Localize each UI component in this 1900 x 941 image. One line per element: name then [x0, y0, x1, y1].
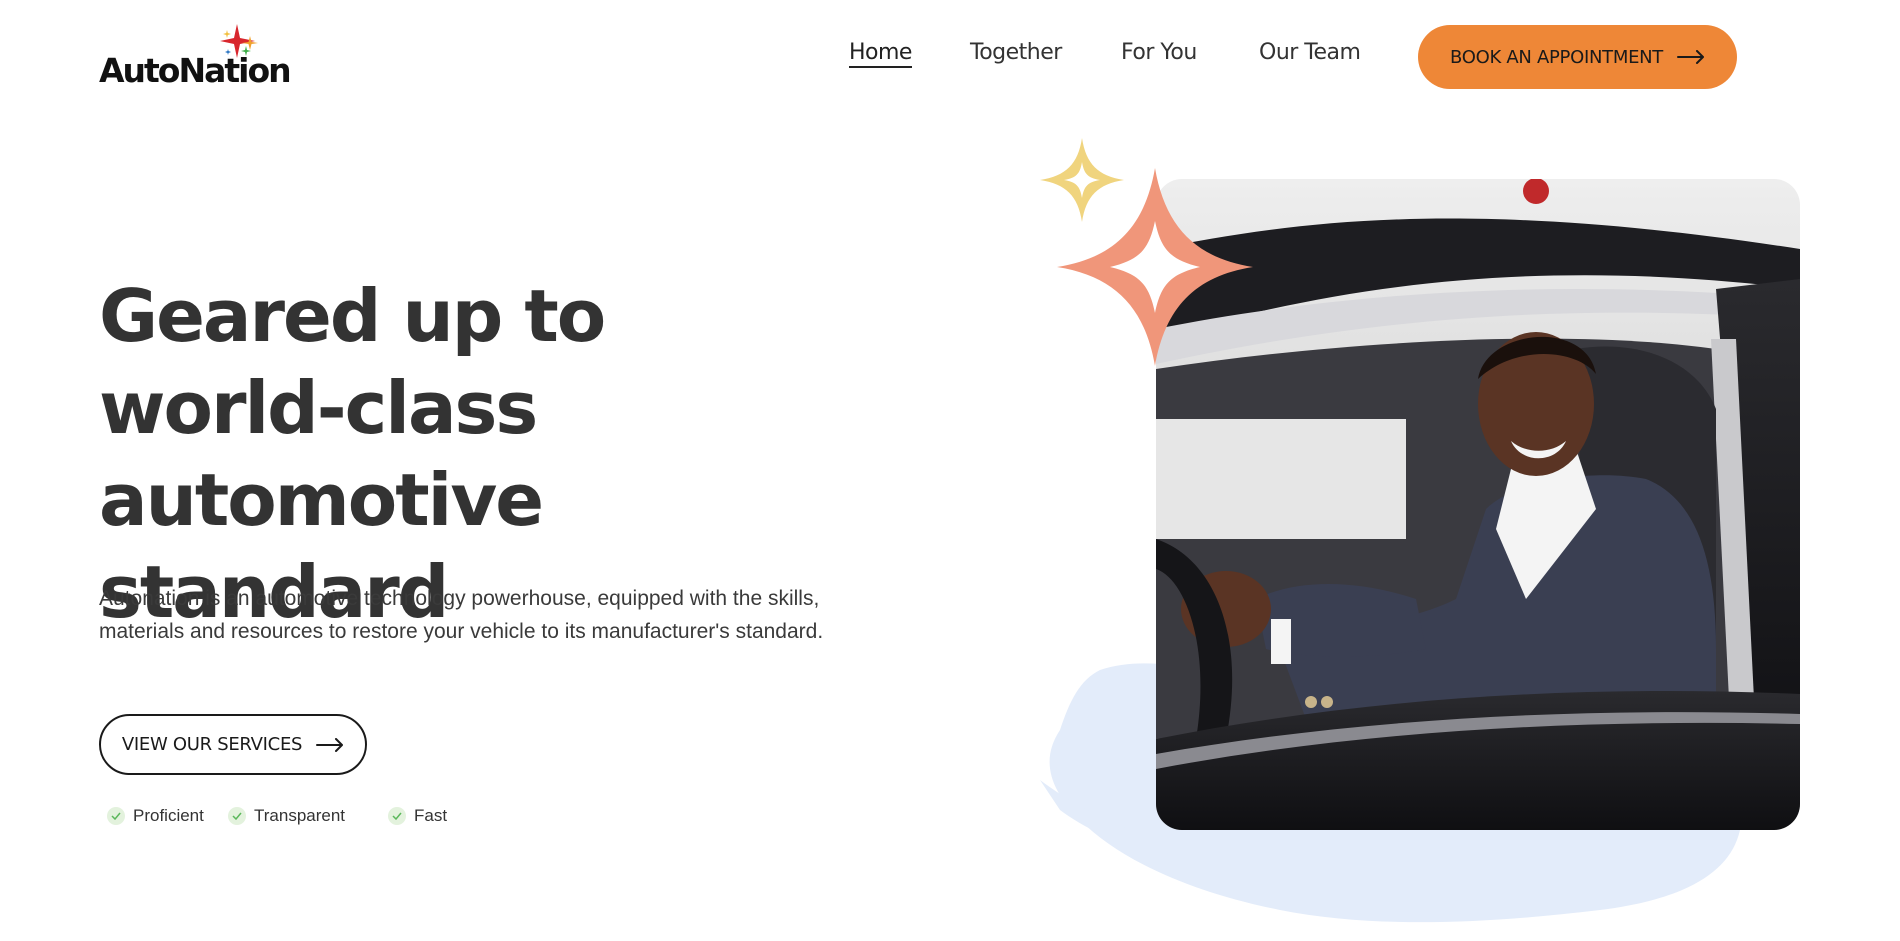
hero-description: Autonation is an automotive technology p… [99, 587, 824, 643]
feature-list: Proficient Transparent Fast [0, 806, 600, 830]
view-services-label: VIEW OUR SERVICES [121, 734, 303, 755]
feature-label: Transparent [254, 806, 346, 825]
view-services-button[interactable]: VIEW OUR SERVICES [99, 714, 367, 775]
feature-label: Fast [414, 806, 448, 825]
check-icon [388, 807, 406, 825]
book-appointment-label: BOOK AN APPOINTMENT [1449, 46, 1664, 68]
feature-item: Transparent [228, 806, 345, 826]
arrow-right-icon [316, 737, 344, 752]
check-icon [107, 807, 125, 825]
nav-item-our-team[interactable]: Our Team [1259, 40, 1361, 65]
feature-label: Proficient [133, 806, 204, 825]
nav-item-together[interactable]: Together [970, 40, 1062, 65]
feature-item: Proficient [107, 806, 204, 826]
sparkle-icon [1057, 168, 1253, 366]
arrow-right-icon [1677, 50, 1705, 64]
check-icon [228, 807, 246, 825]
book-appointment-button[interactable]: BOOK AN APPOINTMENT [1418, 25, 1737, 89]
nav-item-home[interactable]: Home [849, 40, 912, 68]
feature-item: Fast [388, 806, 447, 826]
nav-item-for-you[interactable]: For You [1121, 40, 1197, 65]
